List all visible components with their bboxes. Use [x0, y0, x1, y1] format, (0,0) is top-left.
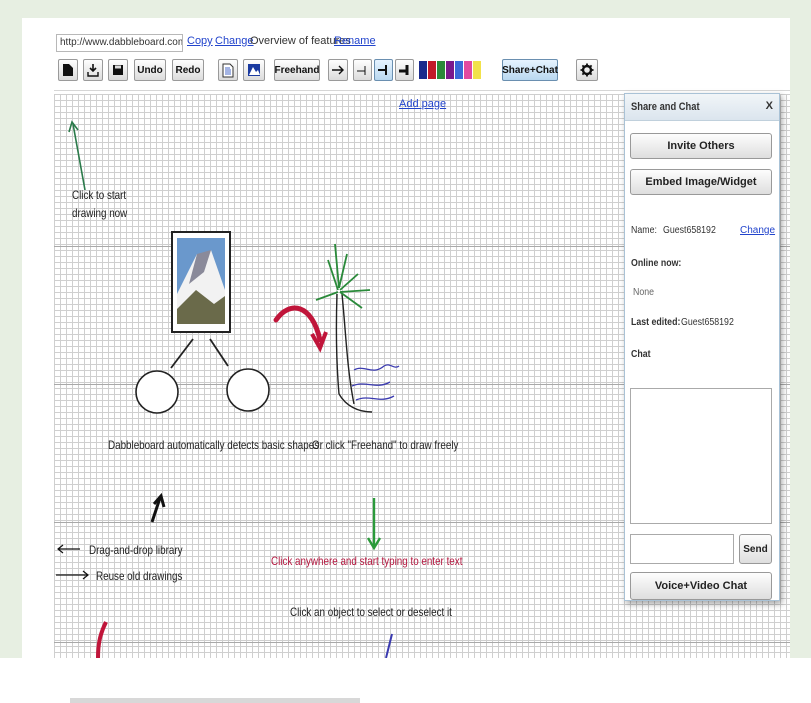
- left-margin: [22, 90, 54, 658]
- arrow-tool-button[interactable]: [328, 59, 348, 81]
- share-and-chat-panel: Share and Chat X Invite Others Embed Ima…: [624, 93, 780, 601]
- line-thick-button[interactable]: [395, 59, 414, 81]
- arrow-left-icon: [57, 544, 80, 554]
- freehand-button[interactable]: Freehand: [274, 59, 320, 81]
- red-curved-arrow-icon: [273, 305, 328, 353]
- arrow-right-long-icon: [56, 570, 89, 580]
- line-thin-button[interactable]: [353, 59, 372, 81]
- name-value: Guest658192: [663, 225, 716, 236]
- color-swatch-4[interactable]: [446, 61, 454, 79]
- color-swatch-1[interactable]: [419, 61, 427, 79]
- online-now-label: Online now:: [631, 258, 682, 269]
- last-edited-value: Guest658192: [681, 317, 734, 328]
- download-icon: [87, 64, 99, 77]
- image-button[interactable]: [243, 59, 265, 81]
- name-label: Name:: [631, 225, 657, 236]
- send-button[interactable]: Send: [739, 534, 772, 564]
- panel-header: Share and Chat X: [625, 94, 779, 121]
- color-swatch-5[interactable]: [455, 61, 463, 79]
- invite-others-button[interactable]: Invite Others: [630, 133, 772, 159]
- blue-stroke-partial: [385, 633, 393, 658]
- green-arrow-up-icon: [68, 120, 86, 191]
- cropped-toolbar-remnant: [70, 698, 360, 703]
- chat-label: Chat: [631, 349, 651, 360]
- image-icon: [248, 64, 260, 76]
- embed-image-widget-button[interactable]: Embed Image/Widget: [630, 169, 772, 195]
- gear-icon: [580, 63, 594, 77]
- red-stroke-partial: [96, 621, 108, 658]
- board-url-field[interactable]: http://www.dabbleboard.com/draw: [56, 34, 183, 52]
- green-arrow-down-icon: [366, 498, 382, 551]
- document-icon: [63, 64, 73, 76]
- page-icon: [222, 63, 234, 77]
- redo-button[interactable]: Redo: [172, 59, 204, 81]
- chat-message-input[interactable]: [630, 534, 734, 564]
- panel-title: Share and Chat: [631, 101, 700, 113]
- circle-shape-left[interactable]: [135, 370, 179, 414]
- online-now-value: None: [633, 287, 655, 298]
- save-button[interactable]: [108, 59, 128, 81]
- line-medium-button[interactable]: [374, 59, 393, 81]
- page-button[interactable]: [218, 59, 238, 81]
- settings-button[interactable]: [576, 59, 598, 81]
- add-page-link[interactable]: Add page: [399, 98, 446, 110]
- share-chat-button[interactable]: Share+Chat: [502, 59, 558, 81]
- circle-shape-right[interactable]: [226, 368, 270, 412]
- undo-button[interactable]: Undo: [134, 59, 166, 81]
- mountain-photo[interactable]: [171, 231, 231, 333]
- color-swatch-3[interactable]: [437, 61, 445, 79]
- close-panel-button[interactable]: X: [766, 100, 773, 112]
- change-name-link[interactable]: Change: [740, 225, 775, 236]
- color-swatch-2[interactable]: [428, 61, 436, 79]
- floppy-disk-icon: [113, 65, 123, 75]
- change-link[interactable]: Change: [215, 35, 254, 47]
- voice-video-chat-button[interactable]: Voice+Video Chat: [630, 572, 772, 600]
- color-swatch-7[interactable]: [473, 61, 481, 79]
- rename-link[interactable]: Rename: [334, 35, 376, 47]
- page-bottom: [0, 658, 811, 703]
- color-swatch-6[interactable]: [464, 61, 472, 79]
- download-button[interactable]: [83, 59, 103, 81]
- freehand-tree-drawing[interactable]: [315, 243, 400, 413]
- app-window: http://www.dabbleboard.com/draw Copy Cha…: [22, 18, 790, 658]
- diagram-connectors[interactable]: [170, 338, 229, 369]
- arrow-right-icon: [332, 65, 344, 75]
- copy-link[interactable]: Copy: [187, 35, 213, 47]
- chat-log[interactable]: [630, 388, 772, 524]
- line-thin-icon: [356, 66, 365, 75]
- top-bar: http://www.dabbleboard.com/draw Copy Cha…: [22, 18, 790, 91]
- new-board-button[interactable]: [58, 59, 78, 81]
- line-medium-icon: [377, 65, 387, 75]
- line-thick-icon: [398, 65, 408, 75]
- last-edited-label: Last edited:: [631, 317, 681, 328]
- black-arrow-up-icon: [150, 492, 166, 523]
